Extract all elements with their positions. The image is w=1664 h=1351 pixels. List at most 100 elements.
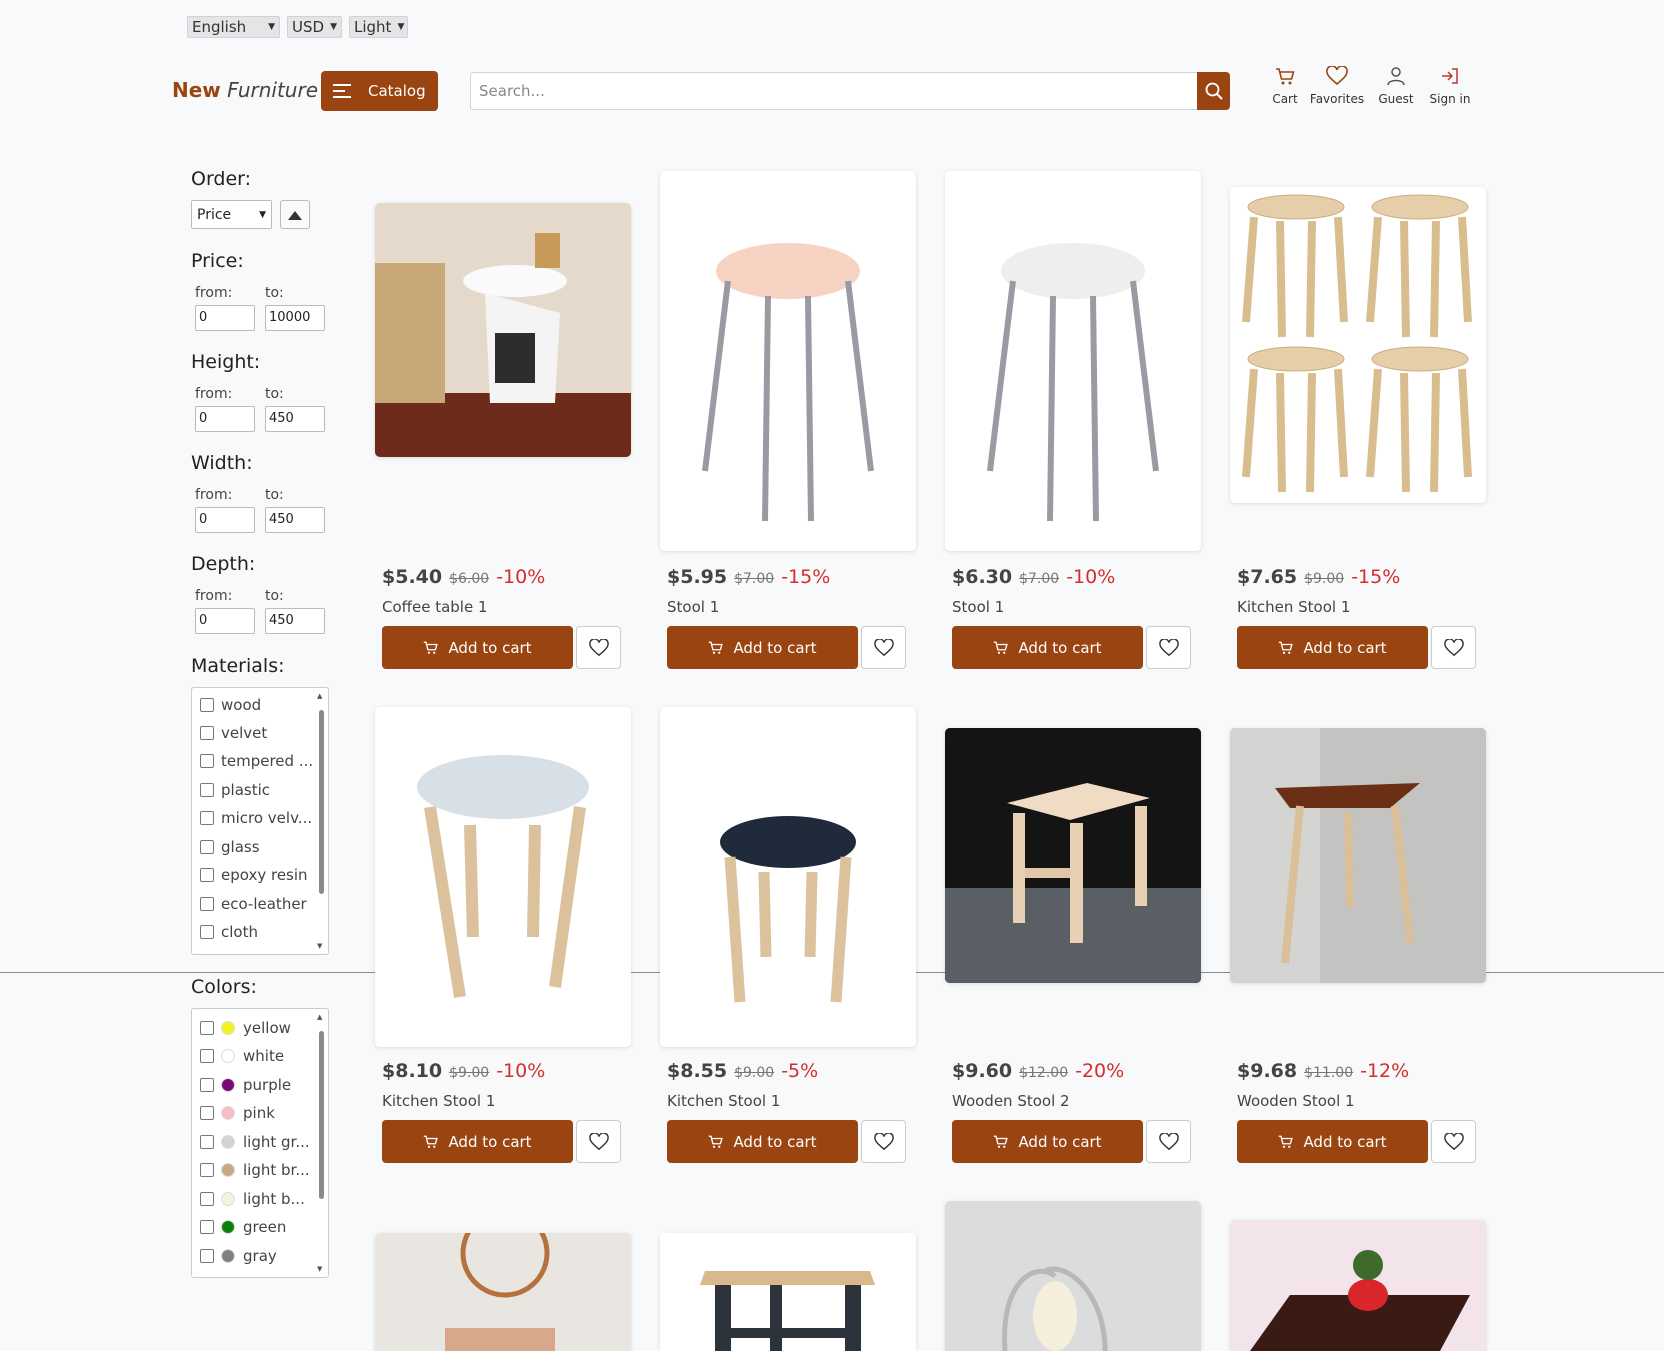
price-from-input[interactable]: 0 xyxy=(195,305,255,331)
color-option[interactable]: purple xyxy=(200,1076,291,1094)
material-option[interactable]: epoxy resin xyxy=(200,866,308,884)
materials-list[interactable]: wood velvet tempered ... plastic micro v… xyxy=(191,687,329,955)
favorite-button[interactable] xyxy=(576,1120,621,1163)
product-name[interactable]: Kitchen Stool 1 xyxy=(667,1092,780,1110)
product-image[interactable] xyxy=(660,1233,916,1351)
product-name[interactable]: Coffee table 1 xyxy=(382,598,488,616)
add-to-cart-button[interactable]: Add to cart xyxy=(667,1120,858,1163)
product-image[interactable] xyxy=(375,1233,631,1351)
color-option[interactable]: white xyxy=(200,1047,284,1065)
material-option[interactable]: eco-leather xyxy=(200,895,307,913)
favorite-button[interactable] xyxy=(861,1120,906,1163)
product-name[interactable]: Kitchen Stool 1 xyxy=(382,1092,495,1110)
language-select[interactable]: English ▼ xyxy=(187,16,280,38)
product-image[interactable] xyxy=(375,203,631,457)
checkbox[interactable] xyxy=(200,1163,214,1177)
product-image[interactable] xyxy=(1230,1220,1486,1351)
height-from-input[interactable]: 0 xyxy=(195,406,255,432)
checkbox[interactable] xyxy=(200,868,214,882)
color-option[interactable]: yellow xyxy=(200,1019,291,1037)
checkbox[interactable] xyxy=(200,811,214,825)
color-option[interactable]: green xyxy=(200,1218,286,1236)
checkbox[interactable] xyxy=(200,840,214,854)
material-option[interactable]: cloth xyxy=(200,923,258,941)
material-option[interactable]: velvet xyxy=(200,724,267,742)
add-to-cart-button[interactable]: Add to cart xyxy=(952,1120,1143,1163)
color-option[interactable]: light gr... xyxy=(200,1133,310,1151)
product-name[interactable]: Stool 1 xyxy=(667,598,719,616)
width-to-input[interactable]: 450 xyxy=(265,507,325,533)
sort-direction-button[interactable] xyxy=(280,200,310,229)
guest-link[interactable]: Guest xyxy=(1374,66,1418,106)
color-option[interactable]: pink xyxy=(200,1104,275,1122)
product-image[interactable] xyxy=(375,707,631,1047)
favorite-button[interactable] xyxy=(1431,626,1476,669)
product-name[interactable]: Stool 1 xyxy=(952,598,1004,616)
materials-scrollbar[interactable]: ▲ ▼ xyxy=(317,692,325,950)
height-to-input[interactable]: 450 xyxy=(265,406,325,432)
checkbox[interactable] xyxy=(200,1021,214,1035)
checkbox[interactable] xyxy=(200,897,214,911)
favorite-button[interactable] xyxy=(1431,1120,1476,1163)
material-option[interactable]: tempered ... xyxy=(200,752,313,770)
site-logo[interactable]: New Furniture xyxy=(172,78,318,102)
checkbox[interactable] xyxy=(200,1249,214,1263)
material-option[interactable]: plastic xyxy=(200,781,270,799)
search-input[interactable]: Search... xyxy=(470,72,1198,110)
checkbox[interactable] xyxy=(200,754,214,768)
add-to-cart-button[interactable]: Add to cart xyxy=(382,1120,573,1163)
product-image[interactable] xyxy=(945,171,1201,551)
color-option[interactable]: light b... xyxy=(200,1190,305,1208)
product-name[interactable]: Wooden Stool 2 xyxy=(952,1092,1070,1110)
favorites-link[interactable]: Favorites xyxy=(1308,66,1366,106)
product-image[interactable] xyxy=(945,728,1201,983)
checkbox[interactable] xyxy=(200,1049,214,1063)
checkbox[interactable] xyxy=(200,783,214,797)
order-select[interactable]: Price ▼ xyxy=(191,200,272,229)
depth-from-input[interactable]: 0 xyxy=(195,608,255,634)
checkbox[interactable] xyxy=(200,1078,214,1092)
width-from-input[interactable]: 0 xyxy=(195,507,255,533)
product-image[interactable] xyxy=(945,1201,1201,1351)
colors-scrollbar[interactable]: ▲ ▼ xyxy=(317,1013,325,1273)
product-image[interactable] xyxy=(660,171,916,551)
favorite-button[interactable] xyxy=(1146,626,1191,669)
color-option[interactable]: light br... xyxy=(200,1161,310,1179)
depth-to-input[interactable]: 450 xyxy=(265,608,325,634)
add-to-cart-button[interactable]: Add to cart xyxy=(1237,626,1428,669)
currency-select[interactable]: USD ▼ xyxy=(287,16,342,38)
material-option[interactable]: wood xyxy=(200,696,261,714)
add-to-cart-button[interactable]: Add to cart xyxy=(1237,1120,1428,1163)
product-name[interactable]: Kitchen Stool 1 xyxy=(1237,598,1350,616)
colors-list[interactable]: yellow white purple pink light gr... lig… xyxy=(191,1008,329,1278)
catalog-button[interactable]: Catalog xyxy=(321,71,438,111)
scrollbar-thumb[interactable] xyxy=(319,1031,324,1199)
theme-select[interactable]: Light ▼ xyxy=(349,16,408,38)
checkbox[interactable] xyxy=(200,726,214,740)
signin-link[interactable]: Sign in xyxy=(1427,66,1473,106)
favorite-button[interactable] xyxy=(1146,1120,1191,1163)
add-to-cart-button[interactable]: Add to cart xyxy=(667,626,858,669)
checkbox[interactable] xyxy=(200,1192,214,1206)
favorite-button[interactable] xyxy=(576,626,621,669)
add-to-cart-button[interactable]: Add to cart xyxy=(952,626,1143,669)
product-image[interactable] xyxy=(660,707,916,1047)
search-button[interactable] xyxy=(1197,72,1230,110)
product-name[interactable]: Wooden Stool 1 xyxy=(1237,1092,1355,1110)
material-option[interactable]: micro velv... xyxy=(200,809,312,827)
add-to-cart-button[interactable]: Add to cart xyxy=(382,626,573,669)
checkbox[interactable] xyxy=(200,1220,214,1234)
favorite-button[interactable] xyxy=(861,626,906,669)
checkbox[interactable] xyxy=(200,925,214,939)
scrollbar-thumb[interactable] xyxy=(319,710,324,894)
cart-link[interactable]: Cart xyxy=(1268,66,1302,106)
price-row: $9.60 $12.00 -20% xyxy=(952,1060,1124,1082)
price-to-input[interactable]: 10000 xyxy=(265,305,325,331)
checkbox[interactable] xyxy=(200,1135,214,1149)
product-image[interactable] xyxy=(1230,728,1486,983)
material-option[interactable]: glass xyxy=(200,838,260,856)
checkbox[interactable] xyxy=(200,698,214,712)
product-image[interactable] xyxy=(1230,187,1486,503)
checkbox[interactable] xyxy=(200,1106,214,1120)
color-option[interactable]: gray xyxy=(200,1247,277,1265)
